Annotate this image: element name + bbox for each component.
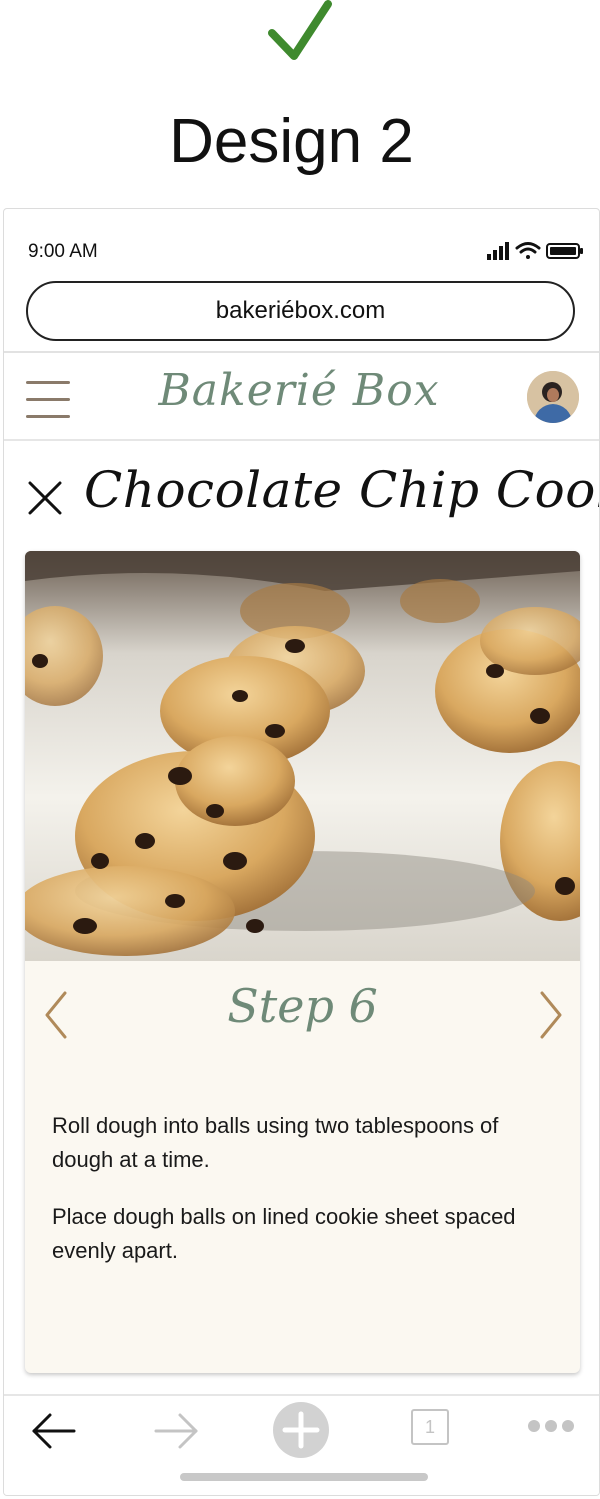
signal-icon	[487, 242, 509, 260]
address-bar[interactable]: bakeriébox.com	[26, 281, 575, 341]
hamburger-icon[interactable]	[26, 379, 72, 419]
step-instruction: Roll dough into balls using two tablespo…	[52, 1113, 499, 1172]
step-card: Step 6 Roll dough into balls using two t…	[25, 551, 580, 1373]
close-icon[interactable]	[26, 479, 64, 517]
recipe-title: Chocolate Chip Cookies	[84, 461, 599, 519]
step-instruction: Place dough balls on lined cookie sheet …	[52, 1204, 516, 1263]
app-bar-divider	[4, 439, 599, 441]
phone-frame: 9:00 AM bakeriébox.com Bakerié Box Choco…	[3, 208, 600, 1496]
brand-logo[interactable]: Bakerié Box	[124, 365, 474, 416]
home-indicator	[180, 1473, 428, 1481]
status-icons	[487, 242, 583, 260]
forward-arrow-icon[interactable]	[152, 1406, 200, 1456]
add-tab-icon[interactable]	[272, 1401, 330, 1459]
step-title: Step 6	[227, 979, 378, 1033]
address-text: bakeriébox.com	[215, 297, 386, 324]
status-time: 9:00 AM	[28, 241, 98, 262]
tabs-count-icon[interactable]: 1	[411, 1409, 449, 1445]
next-step-icon[interactable]	[536, 989, 566, 1041]
app-bar: Bakerié Box	[4, 353, 599, 439]
design-title: Design 2	[169, 107, 414, 176]
check-icon	[268, 0, 332, 60]
wifi-icon	[515, 242, 541, 259]
avatar[interactable]	[527, 371, 579, 423]
previous-step-icon[interactable]	[41, 989, 71, 1041]
tabs-count: 1	[424, 1416, 435, 1437]
battery-icon	[546, 243, 583, 259]
more-icon[interactable]	[526, 1416, 576, 1436]
browser-toolbar: 1	[4, 1396, 599, 1495]
back-arrow-icon[interactable]	[30, 1406, 78, 1456]
cookie-dough-photo	[25, 551, 580, 961]
